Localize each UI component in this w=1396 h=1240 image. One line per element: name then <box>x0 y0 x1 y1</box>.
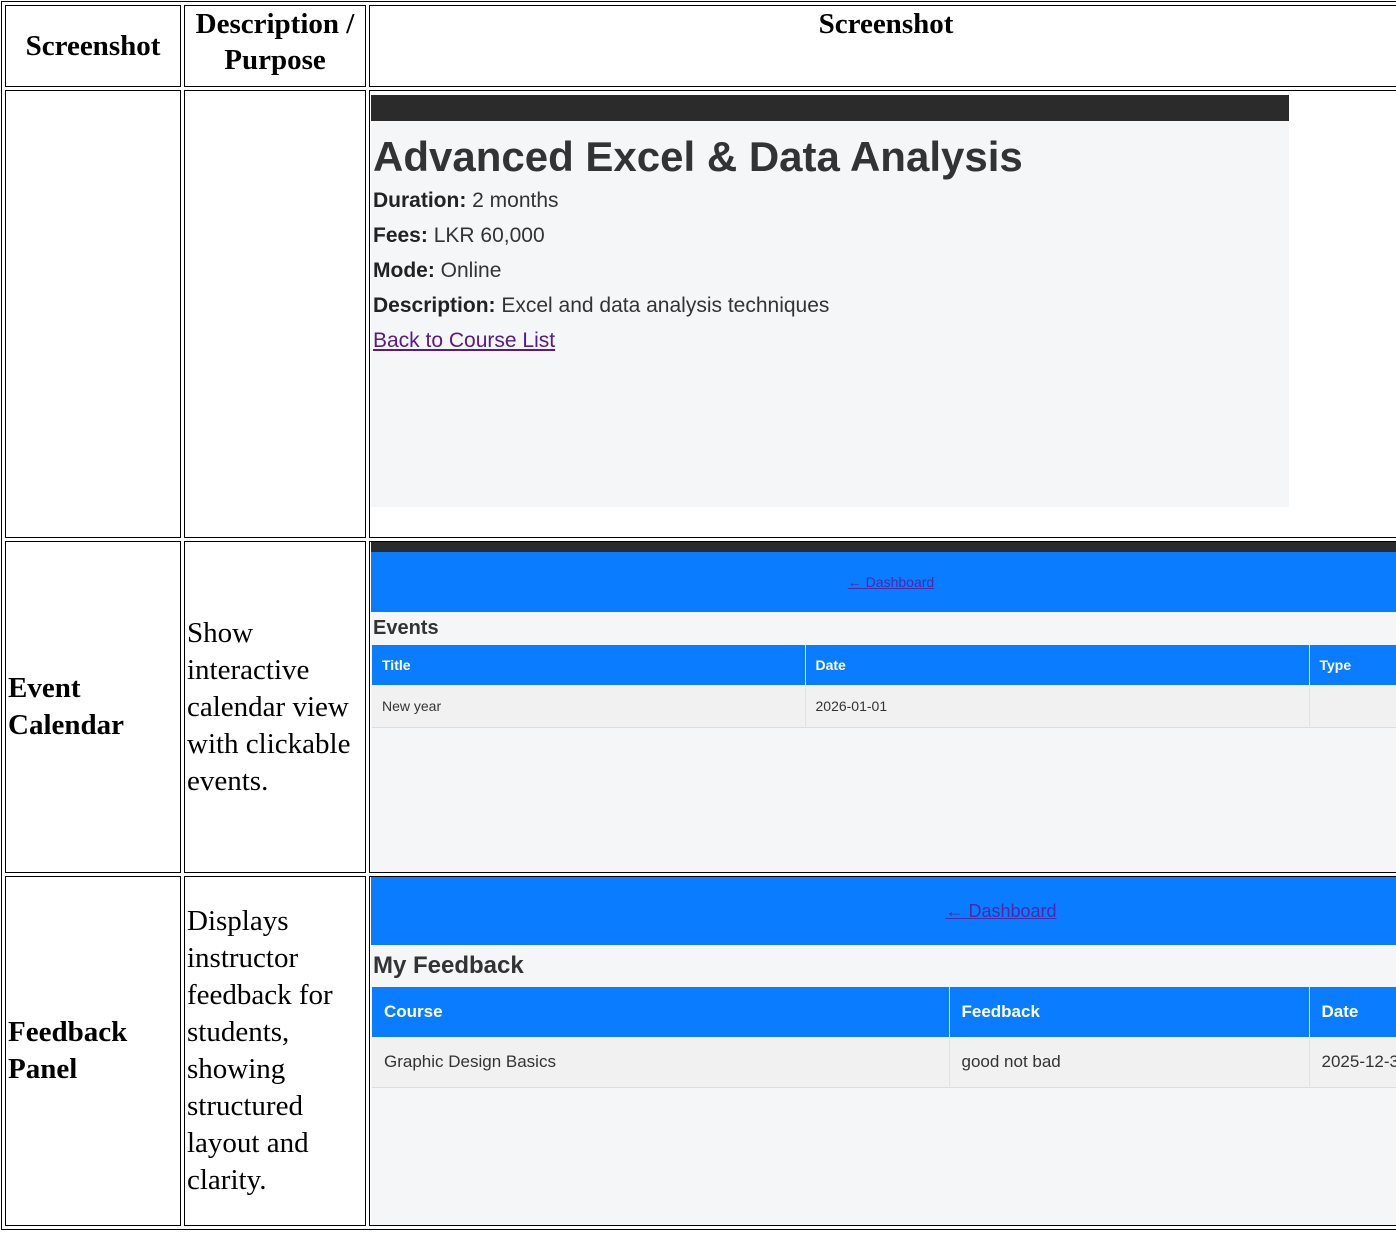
duration-line: Duration: 2 months <box>373 189 559 212</box>
browser-toolbar <box>371 95 1289 121</box>
table-row[interactable]: New year 2026-01-01 <box>372 685 1396 728</box>
row3-label: Feedback Panel <box>5 876 181 1226</box>
row3-screenshot: ← Dashboard My Feedback Course Feedback … <box>369 876 1396 1226</box>
fees-line: Fees: LKR 60,000 <box>373 224 545 247</box>
events-table-header: Title Date Type <box>372 645 1396 685</box>
browser-toolbar <box>371 542 1396 552</box>
event-type <box>1308 685 1396 728</box>
events-screenshot: ← Dashboard Events Title Date Type New y… <box>371 542 1396 872</box>
col-course: Course <box>384 1002 443 1021</box>
feedback-heading: My Feedback <box>373 952 524 979</box>
row3-description: Displays instructor feedback for student… <box>184 876 366 1226</box>
header-description: Description / Purpose <box>184 5 366 87</box>
mode-line: Mode: Online <box>373 259 502 282</box>
events-nav-bar: ← Dashboard <box>371 552 1396 612</box>
col-type: Type <box>1308 645 1396 685</box>
course-title: Advanced Excel & Data Analysis <box>373 133 1023 180</box>
feedback-course: Graphic Design Basics <box>384 1052 556 1071</box>
back-to-course-list-link[interactable]: Back to Course List <box>373 329 555 352</box>
table-row[interactable]: Graphic Design Basics good not bad 2025-… <box>372 1037 1396 1088</box>
header-screenshot: Screenshot <box>5 5 181 87</box>
description-line: Description: Excel and data analysis tec… <box>373 294 830 317</box>
events-table: Title Date Type New year 2026-01-01 <box>372 645 1396 728</box>
dashboard-link[interactable]: ← Dashboard <box>945 901 1056 921</box>
event-title: New year <box>382 698 442 714</box>
header-screenshot-image: Screenshot <box>369 5 1396 87</box>
feedback-screenshot: ← Dashboard My Feedback Course Feedback … <box>371 877 1396 1225</box>
col-feedback: Feedback <box>948 987 1309 1037</box>
row-feedback-panel: Feedback Panel Displays instructor feedb… <box>5 876 1396 1226</box>
dashboard-link[interactable]: ← Dashboard <box>848 574 934 590</box>
feedback-text: good not bad <box>948 1037 1309 1088</box>
feedback-date: 2025-12-3 <box>1308 1037 1396 1088</box>
events-heading: Events <box>373 617 439 639</box>
header-row: Screenshot Description / Purpose Screens… <box>5 5 1396 87</box>
feedback-nav-bar: ← Dashboard <box>371 877 1396 945</box>
feedback-table-header: Course Feedback Date <box>372 987 1396 1037</box>
row1-description <box>184 90 366 538</box>
screenshot-document-table: Screenshot Description / Purpose Screens… <box>1 1 1396 1230</box>
row2-label: Event Calendar <box>5 541 181 873</box>
col-date: Date <box>1308 987 1396 1037</box>
row2-screenshot: ← Dashboard Events Title Date Type New y… <box>369 541 1396 873</box>
col-title: Title <box>382 657 411 673</box>
row-course-detail: Advanced Excel & Data Analysis Duration:… <box>5 90 1396 538</box>
col-date: Date <box>804 645 1309 685</box>
course-detail-screenshot: Advanced Excel & Data Analysis Duration:… <box>371 95 1289 507</box>
row2-description: Show interactive calendar view with clic… <box>184 541 366 873</box>
event-date: 2026-01-01 <box>804 685 1309 728</box>
row1-screenshot: Advanced Excel & Data Analysis Duration:… <box>369 90 1396 538</box>
row-event-calendar: Event Calendar Show interactive calendar… <box>5 541 1396 873</box>
row1-label <box>5 90 181 538</box>
feedback-table: Course Feedback Date Graphic Design Basi… <box>372 987 1396 1088</box>
